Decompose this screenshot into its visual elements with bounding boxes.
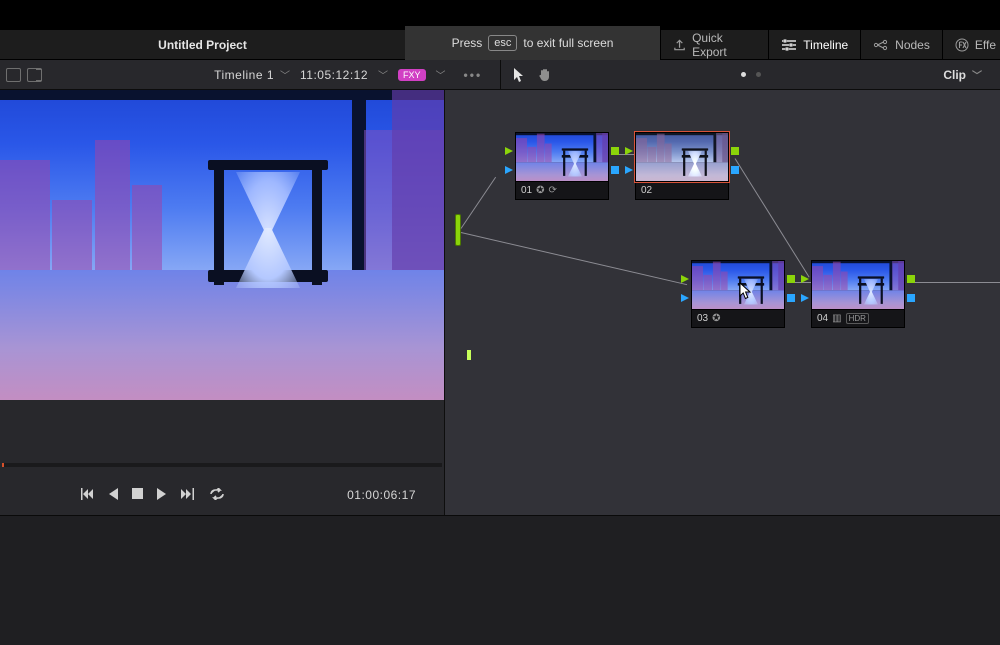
- view-split-icon[interactable]: [27, 68, 42, 82]
- chevron-down-icon[interactable]: ﹀: [436, 67, 446, 82]
- node-badge-icon: ✪: [712, 313, 720, 324]
- view-mode-icons: [0, 68, 48, 82]
- port-video-in[interactable]: [505, 147, 513, 155]
- app-header: Untitled Project Press esc to exit full …: [0, 30, 1000, 60]
- view-grid-icon[interactable]: [6, 68, 21, 82]
- hand-tool-icon[interactable]: [537, 67, 553, 83]
- edge-n4-out: [911, 282, 1000, 283]
- mouse-cursor-icon: [739, 282, 753, 300]
- port-key-out[interactable]: [731, 166, 739, 174]
- port-video-out[interactable]: [907, 275, 915, 283]
- port-video-out[interactable]: [611, 147, 619, 155]
- node-number: 03: [697, 313, 708, 324]
- upload-icon: [673, 38, 686, 52]
- edge-src-n1: [461, 177, 496, 229]
- more-menu-button[interactable]: •••: [456, 68, 491, 82]
- edge-src-n3: [461, 232, 687, 285]
- port-video-out[interactable]: [787, 275, 795, 283]
- pointer-tool-icon[interactable]: [511, 67, 527, 83]
- node-number: 01: [521, 185, 532, 196]
- fs-hint-pre: Press: [452, 36, 483, 50]
- viewer-scene-illustration: [0, 90, 444, 400]
- port-key-in[interactable]: [801, 294, 809, 302]
- node-graph-pager[interactable]: [725, 72, 777, 77]
- loop-button[interactable]: [209, 488, 225, 503]
- toolbar-divider: [500, 60, 501, 90]
- nodes-icon: [873, 39, 889, 51]
- fs-hint-post: to exit full screen: [523, 36, 613, 50]
- effects-button[interactable]: Effe: [942, 30, 1000, 60]
- node-graph-panel[interactable]: 01 ✪ ⟳ 02 03 ✪ 04 ▥ HDR: [444, 90, 1000, 515]
- timeline-icon: [781, 39, 797, 51]
- port-key-out[interactable]: [611, 166, 619, 174]
- pager-dot: [756, 72, 761, 77]
- viewer-panel: 01:00:06:17: [0, 90, 444, 515]
- node-number: 04: [817, 313, 828, 324]
- fxy-badge[interactable]: FXY: [398, 69, 426, 81]
- color-node-02[interactable]: 02: [635, 132, 729, 200]
- port-video-in[interactable]: [681, 275, 689, 283]
- source-input-bar[interactable]: [455, 214, 461, 246]
- viewer-scrub-bar[interactable]: [2, 463, 442, 467]
- chevron-down-icon: ﹀: [972, 67, 982, 82]
- header-right-menu: Quick Export Timeline Nodes Effe: [660, 30, 1000, 59]
- chevron-down-icon: ﹀: [280, 67, 290, 82]
- color-node-04[interactable]: 04 ▥ HDR: [811, 260, 905, 328]
- clip-scope-label: Clip: [943, 68, 966, 82]
- quick-export-label: Quick Export: [692, 31, 756, 59]
- node-hdr-icon: HDR: [846, 313, 869, 324]
- stop-button[interactable]: [132, 488, 143, 502]
- nodes-button[interactable]: Nodes: [860, 30, 942, 60]
- master-timecode[interactable]: 11:05:12:12: [300, 68, 368, 82]
- clip-timecode[interactable]: 01:00:06:17: [347, 488, 416, 502]
- port-key-in[interactable]: [681, 294, 689, 302]
- fullscreen-hint: Press esc to exit full screen: [405, 26, 660, 60]
- port-key-in[interactable]: [505, 166, 513, 174]
- color-node-01[interactable]: 01 ✪ ⟳: [515, 132, 609, 200]
- sub-toolbar: Timeline 1 ﹀ 11:05:12:12 ﹀ FXY ﹀ ••• Cli…: [0, 60, 1000, 90]
- bottom-panel: [0, 515, 1000, 645]
- viewer-image[interactable]: [0, 90, 444, 400]
- timeline-selector[interactable]: Timeline 1 ﹀: [214, 67, 300, 82]
- esc-key-icon: esc: [488, 35, 517, 51]
- node-bars-icon: ▥: [832, 313, 841, 324]
- step-back-button[interactable]: [108, 488, 118, 503]
- nodes-label: Nodes: [895, 38, 930, 52]
- main-area: 01:00:06:17 01 ✪ ⟳ 02: [0, 90, 1000, 515]
- transport-controls: 01:00:06:17: [0, 475, 444, 515]
- project-title: Untitled Project: [0, 38, 405, 52]
- effects-label: Effe: [975, 38, 996, 52]
- skip-start-button[interactable]: [80, 488, 94, 503]
- port-video-out[interactable]: [731, 147, 739, 155]
- fx-icon: [955, 38, 969, 52]
- play-button[interactable]: [157, 488, 167, 503]
- pager-dot-active: [741, 72, 746, 77]
- chevron-down-icon[interactable]: ﹀: [378, 67, 388, 82]
- node-number: 02: [641, 185, 652, 196]
- timeline-label: Timeline: [803, 38, 848, 52]
- node-cloud-icon: ⟳: [549, 185, 557, 196]
- color-node-03[interactable]: 03 ✪: [691, 260, 785, 328]
- node-badge-icon: ✪: [536, 185, 544, 196]
- port-key-in[interactable]: [625, 166, 633, 174]
- port-key-out[interactable]: [787, 294, 795, 302]
- port-key-out[interactable]: [907, 294, 915, 302]
- quick-export-button[interactable]: Quick Export: [660, 30, 768, 60]
- clip-scope-selector[interactable]: Clip ﹀: [943, 67, 1000, 82]
- timeline-name-label: Timeline 1: [214, 68, 274, 82]
- timeline-button[interactable]: Timeline: [768, 30, 860, 60]
- skip-end-button[interactable]: [181, 488, 195, 503]
